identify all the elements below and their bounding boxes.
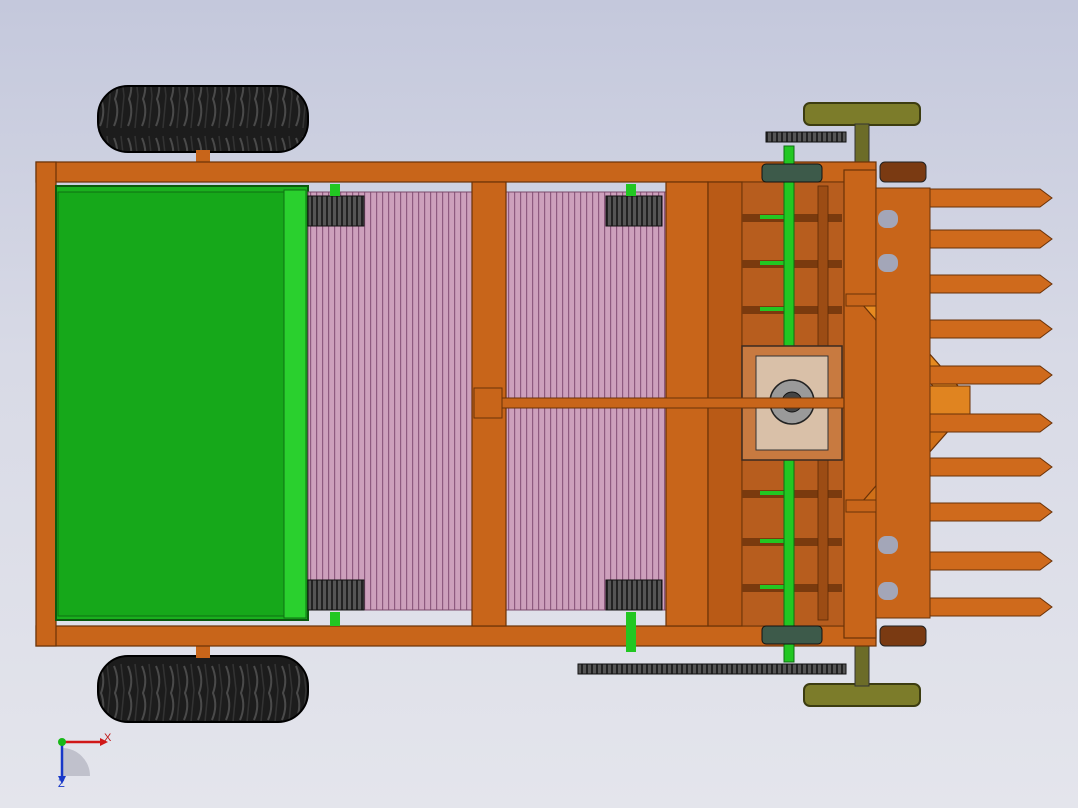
conveyor-shaft-collar-tr <box>626 184 636 196</box>
frame-bottom-rail[interactable] <box>35 625 877 647</box>
rear-right-tire[interactable] <box>97 655 309 723</box>
conveyor-sprocket-tr <box>605 195 663 227</box>
drive-chain-sprocket-top <box>765 131 847 143</box>
frame-top-rail[interactable] <box>35 161 877 183</box>
bearing-block-bottom <box>761 625 823 645</box>
drive-chain-bottom <box>577 663 847 675</box>
conveyor-shaft-collar-br <box>626 612 636 652</box>
conveyor-sprocket-br <box>605 579 663 611</box>
axis-z-label: Z <box>58 778 65 790</box>
axis-x-label: X <box>104 732 112 744</box>
pto-bar-bracket <box>473 387 503 419</box>
conveyor-shaft-collar-tl <box>330 184 340 196</box>
frame-rear-rail[interactable] <box>35 161 57 647</box>
conveyor-shaft-collar-bl <box>330 612 340 626</box>
roller-conveyor-rear[interactable] <box>307 191 473 611</box>
rear-left-tire[interactable] <box>97 85 309 153</box>
conveyor-sprocket-bl <box>307 579 365 611</box>
bearing-block-top <box>761 163 823 183</box>
coupling-top <box>879 161 927 183</box>
conveyor-sprocket-tl <box>307 195 365 227</box>
cad-viewport[interactable]: X Z <box>0 0 1078 808</box>
coupling-bottom <box>879 625 927 647</box>
harvester-model[interactable] <box>0 0 1078 808</box>
collection-hopper[interactable] <box>55 185 309 621</box>
hitch-front-plate[interactable] <box>843 169 877 639</box>
coordinate-triad: X Z <box>40 728 120 798</box>
